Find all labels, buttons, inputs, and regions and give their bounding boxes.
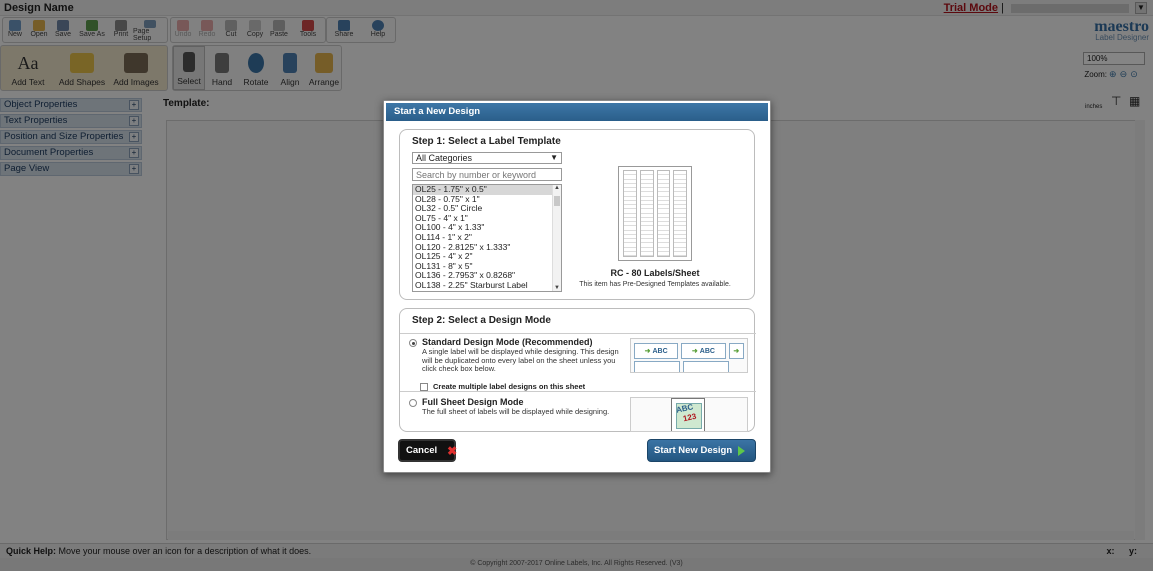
arrow-icon: ➜ [644, 348, 651, 355]
scroll-thumb[interactable] [554, 196, 560, 206]
sample-label: ➜ [728, 343, 745, 359]
category-select[interactable]: All Categories ▼ [412, 152, 562, 164]
standard-mode-desc: A single label will be displayed while d… [422, 347, 619, 374]
sheet-label-cell [624, 252, 636, 256]
template-search-input[interactable] [412, 168, 562, 181]
template-list-item[interactable]: OL138 - 2.25" Starburst Label [413, 280, 561, 291]
chevron-down-icon: ▼ [550, 153, 558, 162]
scroll-up-icon[interactable]: ▲ [554, 185, 560, 191]
template-list-scrollbar[interactable]: ▲ ▼ [552, 185, 561, 291]
new-design-dialog: Start a New Design Step 1: Select a Labe… [383, 100, 771, 473]
sheet-label-cell [657, 252, 670, 256]
standard-mode-preview: ➜ ABC ➜ ABC ➜ [630, 338, 748, 373]
sheet-column [623, 170, 637, 257]
sheet-name: RC - 80 Labels/Sheet [610, 268, 700, 278]
multiple-designs-label: Create multiple label designs on this sh… [433, 382, 586, 391]
sheet-column [656, 170, 671, 257]
standard-mode-title: Standard Design Mode (Recommended) [422, 337, 593, 347]
sheet-note: This item has Pre-Designed Templates ava… [579, 281, 731, 288]
full-sheet-mode-desc: The full sheet of labels will be display… [422, 407, 610, 416]
step1-section: Step 1: Select a Label Template All Cate… [399, 129, 755, 300]
arrow-icon: ➜ [733, 348, 740, 355]
scroll-down-icon[interactable]: ▼ [554, 285, 560, 291]
standard-mode-option[interactable]: Standard Design Mode (Recommended) A sin… [400, 333, 756, 391]
full-sheet-image: ABC 123 [671, 398, 705, 431]
sheet-column [639, 170, 654, 257]
full-sheet-preview: ABC 123 [630, 397, 748, 432]
dialog-title: Start a New Design [384, 101, 770, 121]
step2-section: Step 2: Select a Design Mode Standard De… [399, 308, 756, 432]
full-sheet-mode-title: Full Sheet Design Mode [422, 397, 524, 407]
sheet-column [673, 170, 687, 257]
sample-label [634, 361, 680, 372]
close-icon: ✖ [447, 443, 458, 458]
sheet-label-cell [674, 252, 686, 256]
template-list[interactable]: OL25 - 1.75" x 0.5" OL28 - 0.75" x 1" OL32… [412, 184, 562, 292]
arrow-icon: ➜ [691, 348, 698, 355]
sample-label: ➜ ABC [634, 343, 679, 359]
full-sheet-mode-option[interactable]: Full Sheet Design Mode The full sheet of… [400, 391, 756, 432]
start-new-design-button[interactable]: Start New Design [647, 439, 756, 462]
sheet-label-cell [640, 252, 653, 256]
full-sheet-mode-radio[interactable] [409, 399, 417, 407]
multiple-designs-checkbox[interactable] [420, 383, 428, 391]
sample-label [683, 361, 729, 372]
label-sheet-preview [618, 166, 692, 261]
step2-title: Step 2: Select a Design Mode [412, 315, 551, 326]
step1-title: Step 1: Select a Label Template [412, 136, 561, 147]
standard-mode-radio[interactable] [409, 339, 417, 347]
play-icon [738, 445, 746, 456]
cancel-button[interactable]: Cancel ✖ [398, 439, 458, 462]
sample-label: ➜ ABC [681, 343, 726, 359]
